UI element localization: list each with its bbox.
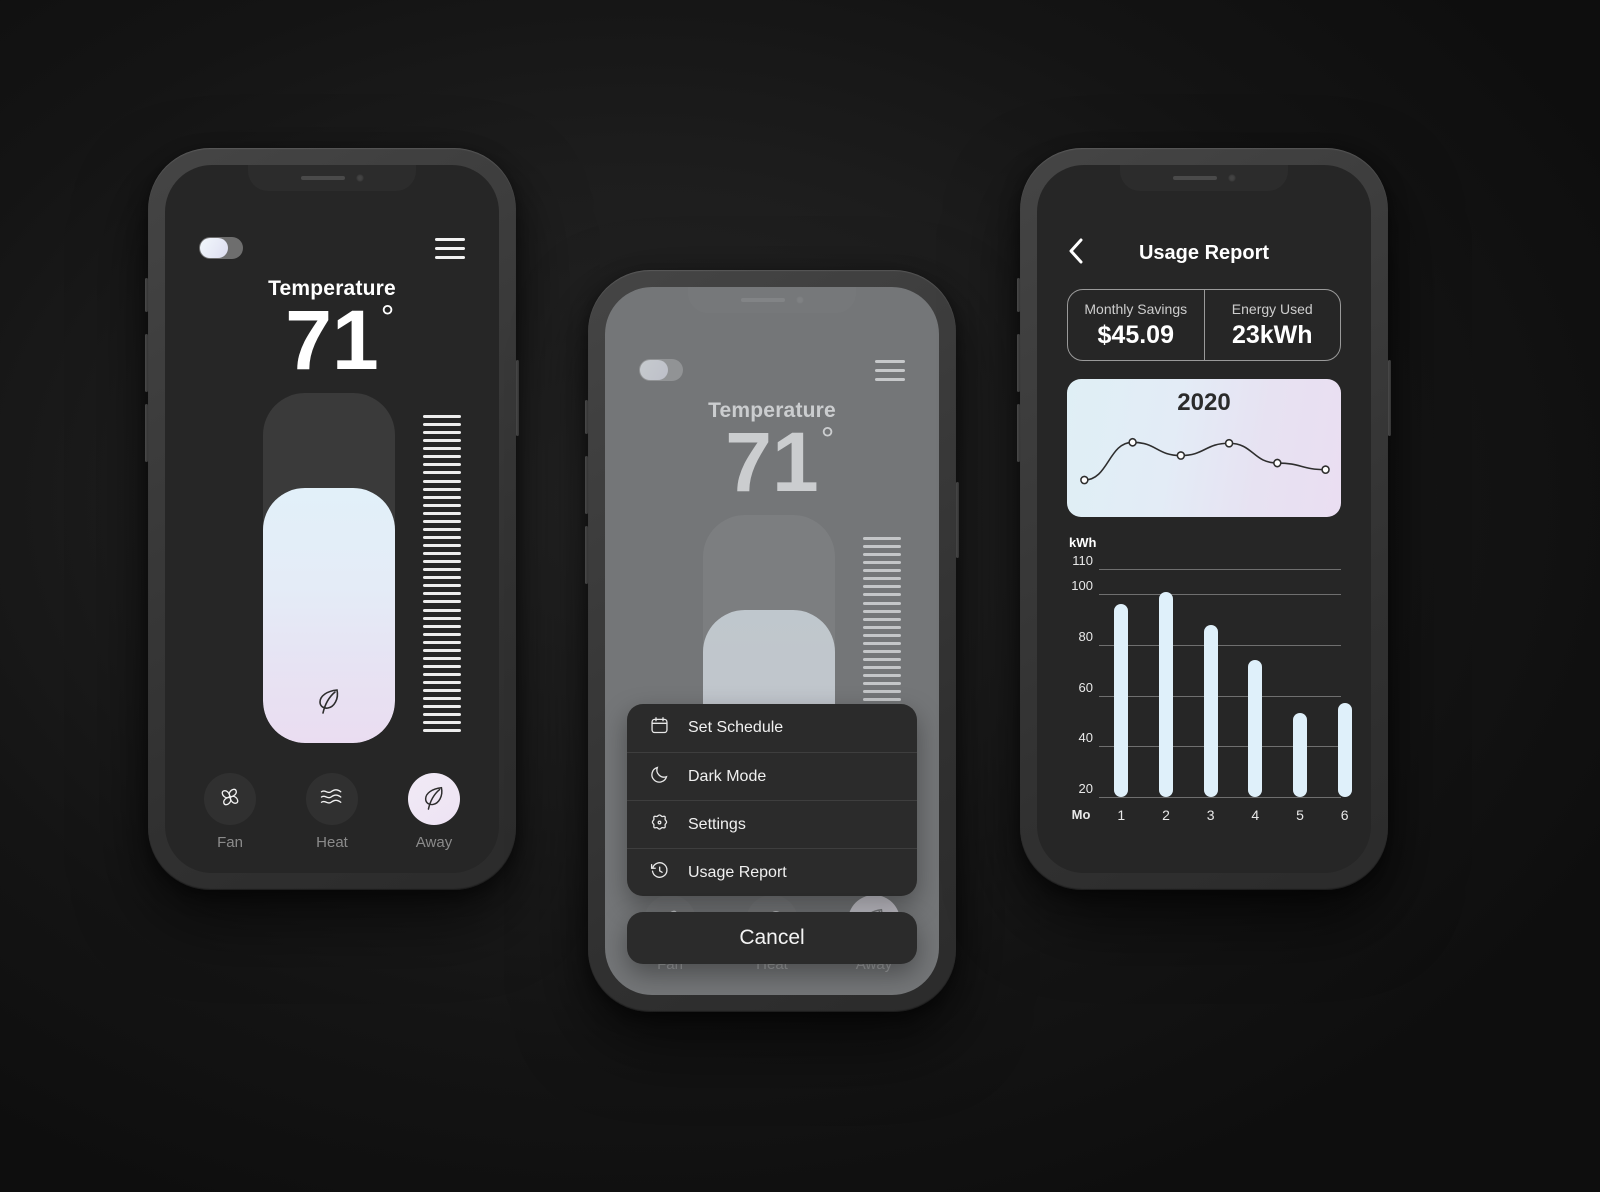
phone3-side-button-top	[1017, 278, 1020, 312]
year-line-chart-card: 2020	[1067, 379, 1341, 517]
stat-value: $45.09	[1097, 320, 1174, 349]
phone-action-sheet: Temperature 71 °	[585, 270, 959, 1012]
phone3-side-button-bot	[1017, 404, 1020, 462]
degree-symbol: °	[380, 299, 395, 337]
action-item-settings[interactable]: Settings	[627, 800, 917, 848]
calendar-icon	[649, 715, 670, 741]
stat-label: Monthly Savings	[1084, 300, 1188, 317]
mode-button-fan[interactable]: Fan	[204, 773, 256, 851]
stat-monthly-savings: Monthly Savings $45.09	[1068, 290, 1204, 360]
power-toggle[interactable]	[199, 237, 243, 259]
x-axis-tick-label: 5	[1296, 807, 1304, 823]
temperature-readout: 71 °	[165, 293, 499, 387]
x-axis-tick-label: 1	[1117, 807, 1126, 823]
phone1-notch	[248, 165, 416, 191]
speaker-slot	[300, 176, 345, 180]
mode-button-away[interactable]: Away	[408, 773, 460, 851]
x-axis-tick-label: 3	[1206, 807, 1215, 823]
bar-chart: kWh 20 40 60 80 100 110 1 2 3 4 5 6 Mo	[1067, 535, 1352, 835]
stat-energy-used: Energy Used 23kWh	[1203, 290, 1341, 360]
phone1-screen: Temperature 71 ° Fan Heat Away	[165, 165, 499, 873]
action-label: Usage Report	[688, 863, 787, 881]
phone3-screen: Usage Report Monthly Savings $45.09 Ener…	[1037, 165, 1371, 873]
phone-usage-report: Usage Report Monthly Savings $45.09 Ener…	[1017, 148, 1391, 890]
x-axis-tick-label: 2	[1162, 807, 1170, 823]
phone1-side-button-top	[145, 278, 148, 312]
phone2-side-button-bot	[585, 526, 588, 584]
temperature-ruler	[423, 415, 461, 733]
mode-buttons: Fan Heat Away	[165, 773, 499, 851]
stat-label: Energy Used	[1231, 300, 1313, 317]
phone1-power-button	[516, 360, 519, 436]
fan-button-circle	[204, 773, 256, 825]
app-background: Temperature 71 ° Fan Heat Away Set Sched…	[0, 0, 1600, 1192]
thermostat-topbar	[165, 237, 499, 259]
chart-x-labels: 1 2 3 4 5 6 Mo	[1067, 535, 1349, 835]
action-item-usage-report[interactable]: Usage Report	[627, 848, 917, 896]
leaf-icon	[315, 684, 343, 721]
mode-label-fan: Fan	[217, 834, 243, 851]
x-axis-tick-label: 4	[1251, 807, 1260, 823]
hamburger-icon[interactable]	[435, 237, 465, 259]
stats-card: Monthly Savings $45.09 Energy Used 23kWh	[1067, 289, 1341, 361]
phone-thermostat: Temperature 71 ° Fan Heat Away	[145, 148, 519, 890]
x-axis-tick-label: 6	[1340, 807, 1349, 823]
phone2-power-button	[956, 482, 959, 558]
away-button-circle	[408, 773, 460, 825]
mode-button-heat[interactable]: Heat	[306, 773, 358, 851]
speaker-slot	[1172, 176, 1217, 180]
action-label: Set Schedule	[688, 719, 784, 736]
phone3-power-button	[1388, 360, 1391, 436]
mode-label-heat: Heat	[316, 834, 348, 851]
fan-icon	[216, 783, 244, 816]
phone2-side-button-mid	[585, 456, 588, 514]
action-item-set-schedule[interactable]: Set Schedule	[627, 704, 917, 752]
action-label: Dark Mode	[688, 767, 767, 785]
phone3-notch	[1120, 165, 1288, 191]
x-axis-title: Mo	[1071, 807, 1091, 822]
gear-icon	[649, 812, 670, 838]
waves-icon	[318, 785, 346, 814]
history-clock-icon	[649, 860, 670, 886]
stat-value: 23kWh	[1231, 320, 1313, 349]
phone3-side-button-mid	[1017, 334, 1020, 392]
usage-report-header: Usage Report	[1037, 237, 1371, 269]
phone1-side-button-mid	[145, 334, 148, 392]
cancel-label: Cancel	[739, 926, 805, 949]
phone1-side-button-bot	[145, 404, 148, 462]
front-camera	[1227, 174, 1236, 182]
phone2-screen: Temperature 71 °	[605, 287, 939, 995]
heat-button-circle	[306, 773, 358, 825]
temperature-value: 71	[285, 293, 379, 387]
action-label: Settings	[688, 815, 746, 833]
line-chart	[1080, 437, 1330, 485]
moon-icon	[649, 764, 670, 790]
cancel-button[interactable]: Cancel	[627, 912, 917, 964]
phone2-side-button-top	[585, 400, 588, 434]
chevron-left-icon[interactable]	[1065, 236, 1087, 271]
front-camera	[355, 174, 364, 182]
action-item-dark-mode[interactable]: Dark Mode	[627, 752, 917, 800]
page-title: Usage Report	[1138, 241, 1270, 264]
action-sheet: Set Schedule Dark Mode Settings Usage Re…	[627, 704, 917, 896]
leaf-icon	[421, 782, 447, 817]
mode-label-away: Away	[415, 834, 453, 851]
power-toggle-knob	[200, 238, 228, 258]
temperature-slider[interactable]	[263, 393, 395, 743]
